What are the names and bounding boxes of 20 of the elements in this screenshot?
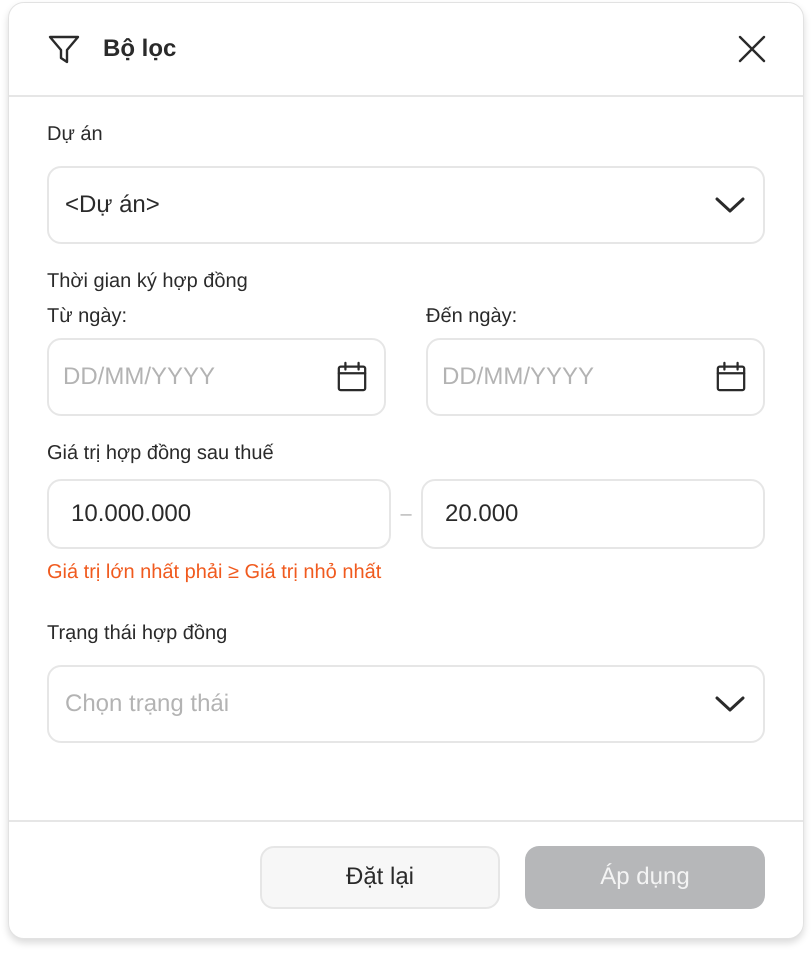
chevron-down-icon [715,695,745,713]
calendar-icon[interactable] [336,361,368,393]
section-label: Thời gian ký hợp đồng [47,270,248,293]
field-label: Dự án [47,123,103,146]
close-button[interactable] [737,34,767,64]
date-field[interactable]: DD/MM/YYYY [47,338,386,416]
chevron-down-icon [715,196,745,214]
min-value-field[interactable]: 10.000.000 [47,479,391,549]
range-separator: – [399,502,413,526]
max-value-field[interactable]: 20.000 [421,479,765,549]
error-message: Giá trị lớn nhất phải ≥ Giá trị nhỏ nhất [47,561,382,584]
calendar-icon[interactable] [715,361,747,393]
field-label: Đến ngày: [426,305,518,328]
dialog-title: Bộ lọc [103,35,178,63]
reset-button[interactable]: Đặt lại [260,846,500,908]
field-label: Trạng thái hợp đồng [47,622,228,645]
project-dropdown[interactable]: <Dự án> [47,166,765,244]
field-label: Giá trị hợp đồng sau thuế [47,442,274,465]
field-label: Từ ngày: [47,305,128,328]
date-field[interactable]: DD/MM/YYYY [426,338,765,416]
